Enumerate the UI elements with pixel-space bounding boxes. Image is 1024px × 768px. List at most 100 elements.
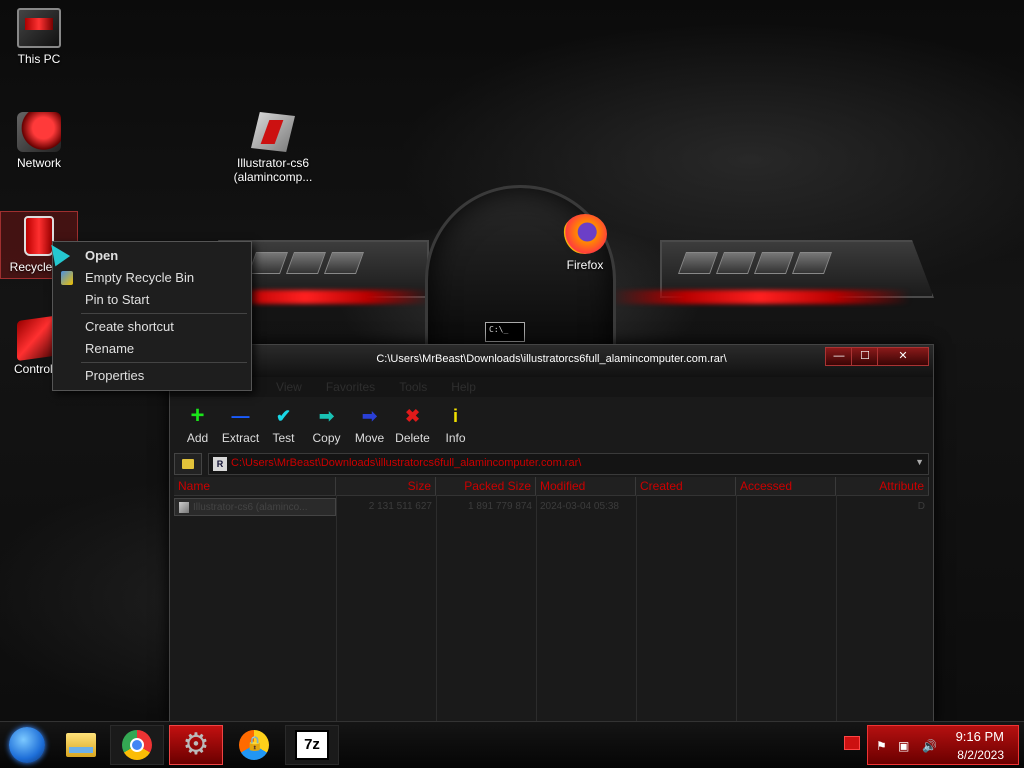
- desktop-icon-this-pc[interactable]: This PC: [1, 8, 77, 66]
- cmd-thumbnail: C:\_: [485, 322, 525, 342]
- delete-icon: ✖: [404, 406, 421, 426]
- minimize-button[interactable]: —: [825, 347, 853, 366]
- volume-icon[interactable]: 🔊: [922, 739, 937, 753]
- address-bar[interactable]: R C:\Users\MrBeast\Downloads\illustrator…: [208, 453, 929, 475]
- copy-button[interactable]: ➡ Copy: [305, 399, 348, 451]
- taskbar-7zip[interactable]: 7z: [285, 725, 339, 765]
- wallpaper-glow-right: [610, 290, 910, 304]
- firefox-icon: [563, 214, 607, 254]
- desktop-icon-label: Network: [16, 156, 61, 170]
- column-name[interactable]: Name: [174, 477, 336, 495]
- archive-type-icon: R: [213, 457, 227, 471]
- delete-button[interactable]: ✖ Delete: [391, 399, 434, 451]
- file-list-header: Name Size Packed Size Modified Created A…: [174, 477, 929, 496]
- row-attribute: D: [917, 501, 925, 512]
- extract-icon: —: [231, 406, 250, 426]
- menu-item-rename[interactable]: Rename: [53, 338, 251, 360]
- add-button[interactable]: + Add: [176, 399, 219, 451]
- column-modified[interactable]: Modified: [536, 477, 636, 495]
- start-button[interactable]: [0, 725, 54, 765]
- test-button[interactable]: ✔ Test: [262, 399, 305, 451]
- system-tray: ⚑ ▣ 🔊 9:16 PM 8/2/2023: [867, 725, 1019, 765]
- vpn-icon: [239, 730, 269, 760]
- desktop-icon-illustrator[interactable]: Illustrator-cs6 (alamincomp...: [233, 112, 313, 184]
- network-status-icon[interactable]: ▣: [898, 739, 909, 753]
- table-row[interactable]: Illustrator-cs6 (alaminco... 2 131 511 6…: [174, 498, 929, 516]
- maximize-button[interactable]: ☐: [851, 347, 879, 366]
- column-accessed[interactable]: Accessed: [736, 477, 836, 495]
- window-title: C:\Users\MrBeast\Downloads\illustratorcs…: [376, 353, 727, 365]
- file-list[interactable]: Name Size Packed Size Modified Created A…: [174, 477, 929, 723]
- shield-icon: [61, 271, 73, 285]
- desktop-icon-network[interactable]: Network: [1, 112, 77, 170]
- row-packed-size: 1 891 779 874: [468, 501, 532, 512]
- wallpaper-slats-left: [247, 252, 365, 274]
- chrome-icon: [122, 730, 152, 760]
- address-path: C:\Users\MrBeast\Downloads\illustratorcs…: [231, 457, 582, 469]
- menu-item-label: Empty Recycle Bin: [85, 270, 195, 285]
- illustrator-archive-icon: [251, 112, 295, 152]
- info-icon: i: [452, 406, 458, 426]
- row-size: 2 131 511 627: [368, 501, 432, 512]
- add-icon: +: [190, 402, 205, 429]
- taskbar: ⚙ 7z ⚑ ▣ 🔊 9:16 PM 8/2/2023: [0, 721, 1024, 768]
- address-row: R C:\Users\MrBeast\Downloads\illustrator…: [174, 453, 929, 475]
- taskbar-settings[interactable]: ⚙: [169, 725, 223, 765]
- archive-window[interactable]: C:\Users\MrBeast\Downloads\illustratorcs…: [169, 344, 934, 724]
- column-packed-size[interactable]: Packed Size: [436, 477, 536, 495]
- copy-icon: ➡: [318, 406, 335, 426]
- chevron-down-icon[interactable]: ▼: [915, 457, 924, 467]
- toolbar: + Add — Extract ✔ Test ➡ Copy ➡ Move ✖ D…: [176, 399, 477, 451]
- toolbar-label: Test: [272, 431, 295, 445]
- taskbar-vpn[interactable]: [227, 725, 281, 765]
- toolbar-label: Info: [445, 431, 466, 445]
- wallpaper-slats-right: [677, 252, 833, 274]
- menu-item-pin-to-start[interactable]: Pin to Start: [53, 289, 251, 311]
- row-name: Illustrator-cs6 (alaminco...: [174, 498, 336, 516]
- menu-favorites[interactable]: Favorites: [326, 380, 375, 394]
- folder-up-button[interactable]: [174, 453, 202, 475]
- menu-help[interactable]: Help: [451, 380, 476, 394]
- clock-time[interactable]: 9:16 PM: [956, 729, 1004, 744]
- toolbar-label: Add: [186, 431, 209, 445]
- taskbar-file-explorer[interactable]: [54, 725, 108, 765]
- flag-icon[interactable]: ⚑: [876, 739, 887, 753]
- menu-item-properties[interactable]: Properties: [53, 365, 251, 387]
- context-menu: Open Empty Recycle Bin Pin to Start Crea…: [52, 241, 252, 391]
- close-button[interactable]: ✕: [877, 347, 929, 366]
- row-accessed: [736, 498, 836, 516]
- extract-button[interactable]: — Extract: [219, 399, 262, 451]
- menu-view[interactable]: View: [276, 380, 302, 394]
- toolbar-label: Move: [354, 431, 385, 445]
- folder-icon: [66, 733, 96, 757]
- menu-separator: [81, 362, 247, 363]
- desktop-icon-label: Recycle: [9, 260, 53, 274]
- column-size[interactable]: Size: [336, 477, 436, 495]
- clock-date[interactable]: 8/2/2023: [957, 748, 1004, 762]
- desktop-icon-label: This PC: [17, 52, 61, 66]
- title-bar[interactable]: C:\Users\MrBeast\Downloads\illustratorcs…: [170, 345, 933, 377]
- computer-icon: [17, 8, 61, 48]
- menu-separator: [81, 313, 247, 314]
- desktop-icon-firefox[interactable]: Firefox: [547, 214, 623, 272]
- info-button[interactable]: i Info: [434, 399, 477, 451]
- test-icon: ✔: [275, 406, 292, 426]
- network-icon: [17, 112, 61, 152]
- menu-bar: File Edit View Favorites Tools Help: [170, 377, 933, 397]
- menu-item-empty-recycle-bin[interactable]: Empty Recycle Bin: [53, 267, 251, 289]
- toolbar-label: Copy: [312, 431, 341, 445]
- toolbar-label: Extract: [221, 431, 260, 445]
- desktop-icon-label: Illustrator-cs6 (alamincomp...: [233, 156, 313, 184]
- menu-item-create-shortcut[interactable]: Create shortcut: [53, 316, 251, 338]
- column-created[interactable]: Created: [636, 477, 736, 495]
- tray-overflow-icon[interactable]: [844, 736, 860, 750]
- menu-item-open[interactable]: Open: [53, 245, 251, 267]
- move-button[interactable]: ➡ Move: [348, 399, 391, 451]
- taskbar-chrome[interactable]: [110, 725, 164, 765]
- column-attribute[interactable]: Attribute: [836, 477, 929, 495]
- move-icon: ➡: [361, 406, 378, 426]
- start-orb-icon: [9, 727, 45, 763]
- gear-icon: ⚙: [182, 728, 210, 761]
- menu-tools[interactable]: Tools: [399, 380, 427, 394]
- toolbar-label: Delete: [395, 431, 430, 445]
